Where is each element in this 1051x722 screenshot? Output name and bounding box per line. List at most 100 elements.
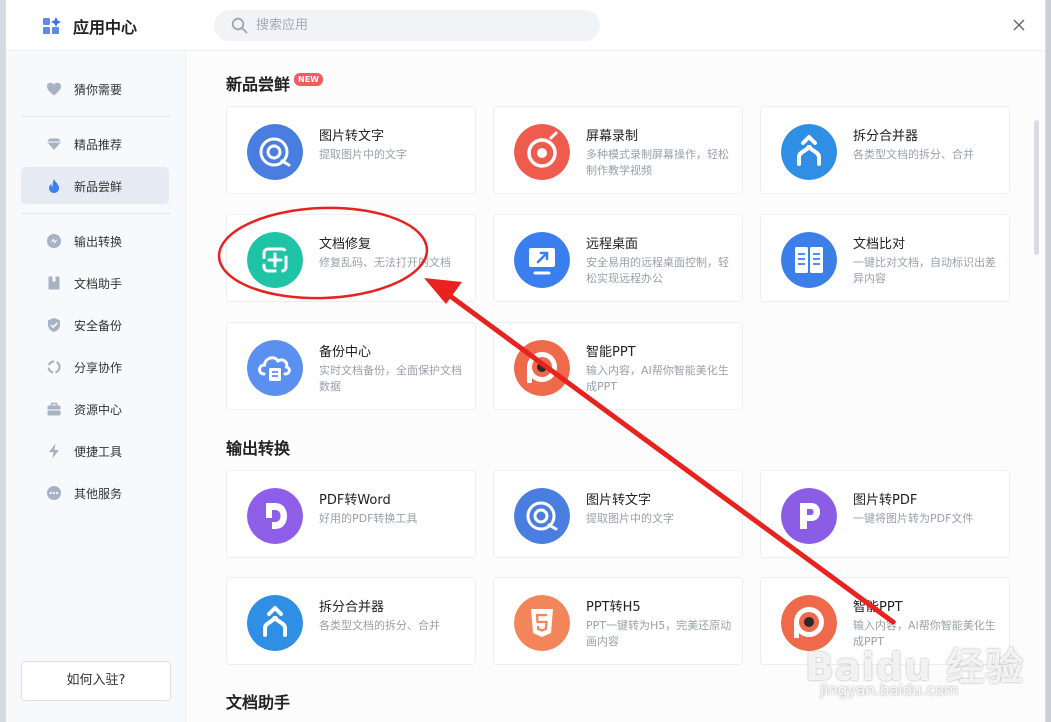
app-card-ppt-to-h5[interactable]: PPT转H5 PPT一键转为H5，完美还原动画内容 bbox=[493, 577, 743, 665]
app-desc: 各类型文档的拆分、合并 bbox=[853, 148, 974, 161]
image-to-text-icon bbox=[247, 124, 303, 180]
new-badge: NEW bbox=[294, 73, 323, 86]
app-card-image-to-text-2[interactable]: 图片转文字 提取图片中的文字 bbox=[493, 470, 743, 558]
search-icon bbox=[231, 17, 248, 34]
app-card-doc-repair[interactable]: 文档修复 修复乱码、无法打开的文档 bbox=[226, 214, 476, 302]
sidebar-item-resources[interactable]: 资源中心 bbox=[21, 390, 169, 427]
sidebar-item-label: 猜你需要 bbox=[74, 83, 123, 97]
sidebar-item-guess[interactable]: 猜你需要 bbox=[21, 70, 169, 107]
bolt-icon bbox=[49, 443, 59, 459]
sidebar-divider bbox=[21, 213, 171, 214]
app-name: PPT转H5 bbox=[586, 600, 641, 615]
more-icon bbox=[47, 486, 61, 500]
app-name: 文档比对 bbox=[853, 237, 906, 252]
app-desc: 提取图片中的文字 bbox=[586, 512, 674, 525]
html5-icon bbox=[514, 595, 570, 651]
app-desc: 输入内容，AI帮你智能美化生成PPT bbox=[586, 364, 729, 393]
watermark-url: jingyan.baidu.com bbox=[820, 681, 959, 699]
app-desc: 好用的PDF转换工具 bbox=[319, 512, 418, 525]
remote-desktop-icon bbox=[514, 232, 570, 288]
sidebar-item-label: 资源中心 bbox=[74, 403, 123, 417]
app-name: 图片转文字 bbox=[586, 493, 652, 508]
section-title-output: 输出转换 bbox=[226, 439, 291, 458]
sidebar-item-label: 新品尝鲜 bbox=[74, 180, 123, 194]
section-title-docs: 文档助手 bbox=[226, 693, 291, 712]
sidebar-item-backup[interactable]: 安全备份 bbox=[21, 306, 169, 343]
app-name: PDF转Word bbox=[319, 493, 391, 508]
app-desc: 一键比对文档，自动标识出差异内容 bbox=[853, 256, 996, 285]
sidebar-item-label: 文档助手 bbox=[74, 277, 123, 291]
pdf-to-word-icon bbox=[247, 488, 303, 544]
app-logo-icon bbox=[43, 17, 61, 34]
sidebar-divider bbox=[21, 116, 171, 117]
smart-ppt-icon bbox=[514, 340, 570, 396]
flame-icon bbox=[49, 179, 59, 193]
app-desc: 修复乱码、无法打开的文档 bbox=[319, 256, 451, 269]
app-card-doc-compare[interactable]: 文档比对 一键比对文档，自动标识出差异内容 bbox=[760, 214, 1010, 302]
sidebar-item-doc-assistant[interactable]: 文档助手 bbox=[21, 264, 169, 301]
app-desc: 各类型文档的拆分、合并 bbox=[319, 619, 440, 632]
sidebar: 猜你需要 精品推荐 新品尝鲜 输出转换 文档助手 安全备份 分享协作 资源中心 … bbox=[6, 51, 186, 722]
background-right bbox=[1046, 0, 1051, 722]
backup-center-icon bbox=[247, 340, 303, 396]
app-card-screen-record[interactable]: 屏幕录制 多种模式录制屏幕操作，轻松制作教学视频 bbox=[493, 106, 743, 194]
scrollbar-thumb[interactable] bbox=[1034, 120, 1039, 255]
app-name: 远程桌面 bbox=[586, 237, 639, 252]
sidebar-item-label: 输出转换 bbox=[74, 235, 123, 249]
window-title: 应用中心 bbox=[73, 18, 138, 37]
screen-record-icon bbox=[514, 124, 570, 180]
search-box[interactable] bbox=[214, 10, 600, 41]
sidebar-item-label: 安全备份 bbox=[74, 319, 123, 333]
app-card-image-to-text[interactable]: 图片转文字 提取图片中的文字 bbox=[226, 106, 476, 194]
sidebar-item-label: 精品推荐 bbox=[74, 138, 123, 152]
sidebar-item-share[interactable]: 分享协作 bbox=[21, 348, 169, 385]
app-card-remote-desktop[interactable]: 远程桌面 安全易用的远程桌面控制，轻松实现远程办公 bbox=[493, 214, 743, 302]
section-title-new: 新品尝鲜 bbox=[226, 75, 291, 94]
close-icon[interactable] bbox=[1010, 16, 1028, 34]
app-center-window: 应用中心 猜你需要 精品推荐 新品尝鲜 输出转 bbox=[5, 0, 1046, 722]
doc-icon bbox=[48, 276, 60, 290]
app-name: 屏幕录制 bbox=[586, 129, 639, 144]
app-card-split-merge[interactable]: 拆分合并器 各类型文档的拆分、合并 bbox=[760, 106, 1010, 194]
sidebar-item-label: 其他服务 bbox=[74, 487, 123, 501]
app-desc: 一键将图片转为PDF文件 bbox=[853, 512, 974, 525]
briefcase-icon bbox=[47, 402, 61, 416]
app-desc: PPT一键转为H5，完美还原动画内容 bbox=[586, 619, 732, 648]
app-card-split-merge-2[interactable]: 拆分合并器 各类型文档的拆分、合并 bbox=[226, 577, 476, 665]
sidebar-item-featured[interactable]: 精品推荐 bbox=[21, 125, 169, 162]
sidebar-item-new[interactable]: 新品尝鲜 bbox=[21, 167, 169, 204]
app-desc: 多种模式录制屏幕操作，轻松制作教学视频 bbox=[586, 148, 729, 177]
main-content: 新品尝鲜 NEW 图片转文字 提取图片中的文字 屏幕录制 多种模式录制屏幕操作，… bbox=[186, 51, 1045, 722]
share-icon bbox=[47, 360, 61, 374]
sidebar-item-label: 分享协作 bbox=[74, 361, 123, 375]
app-name: 拆分合并器 bbox=[319, 600, 385, 615]
app-name: 智能PPT bbox=[853, 600, 903, 615]
doc-repair-icon bbox=[247, 232, 303, 288]
app-desc: 实时文档备份，全面保护文档数据 bbox=[319, 364, 462, 393]
app-card-smart-ppt[interactable]: 智能PPT 输入内容，AI帮你智能美化生成PPT bbox=[493, 322, 743, 410]
app-name: 拆分合并器 bbox=[853, 129, 919, 144]
sidebar-item-tools[interactable]: 便捷工具 bbox=[21, 432, 169, 469]
sidebar-item-other[interactable]: 其他服务 bbox=[21, 474, 169, 511]
app-name: 文档修复 bbox=[319, 237, 372, 252]
search-input[interactable] bbox=[256, 10, 586, 41]
split-merge-icon bbox=[781, 124, 837, 180]
image-to-text-icon bbox=[514, 488, 570, 544]
app-name: 智能PPT bbox=[586, 345, 636, 360]
app-card-image-to-pdf[interactable]: 图片转PDF 一键将图片转为PDF文件 bbox=[760, 470, 1010, 558]
gem-icon bbox=[47, 138, 61, 150]
app-name: 备份中心 bbox=[319, 345, 372, 360]
join-button[interactable]: 如何入驻? bbox=[21, 661, 171, 701]
title-bar: 应用中心 bbox=[6, 0, 1045, 51]
sidebar-item-label: 便捷工具 bbox=[74, 445, 123, 459]
app-desc: 提取图片中的文字 bbox=[319, 148, 407, 161]
doc-compare-icon bbox=[781, 232, 837, 288]
sidebar-item-convert[interactable]: 输出转换 bbox=[21, 222, 169, 259]
app-desc: 安全易用的远程桌面控制，轻松实现远程办公 bbox=[586, 256, 729, 285]
app-name: 图片转PDF bbox=[853, 493, 918, 508]
image-to-pdf-icon bbox=[781, 488, 837, 544]
app-card-backup-center[interactable]: 备份中心 实时文档备份，全面保护文档数据 bbox=[226, 322, 476, 410]
split-merge-icon bbox=[247, 595, 303, 651]
convert-icon bbox=[47, 234, 61, 248]
app-card-pdf-to-word[interactable]: PDF转Word 好用的PDF转换工具 bbox=[226, 470, 476, 558]
